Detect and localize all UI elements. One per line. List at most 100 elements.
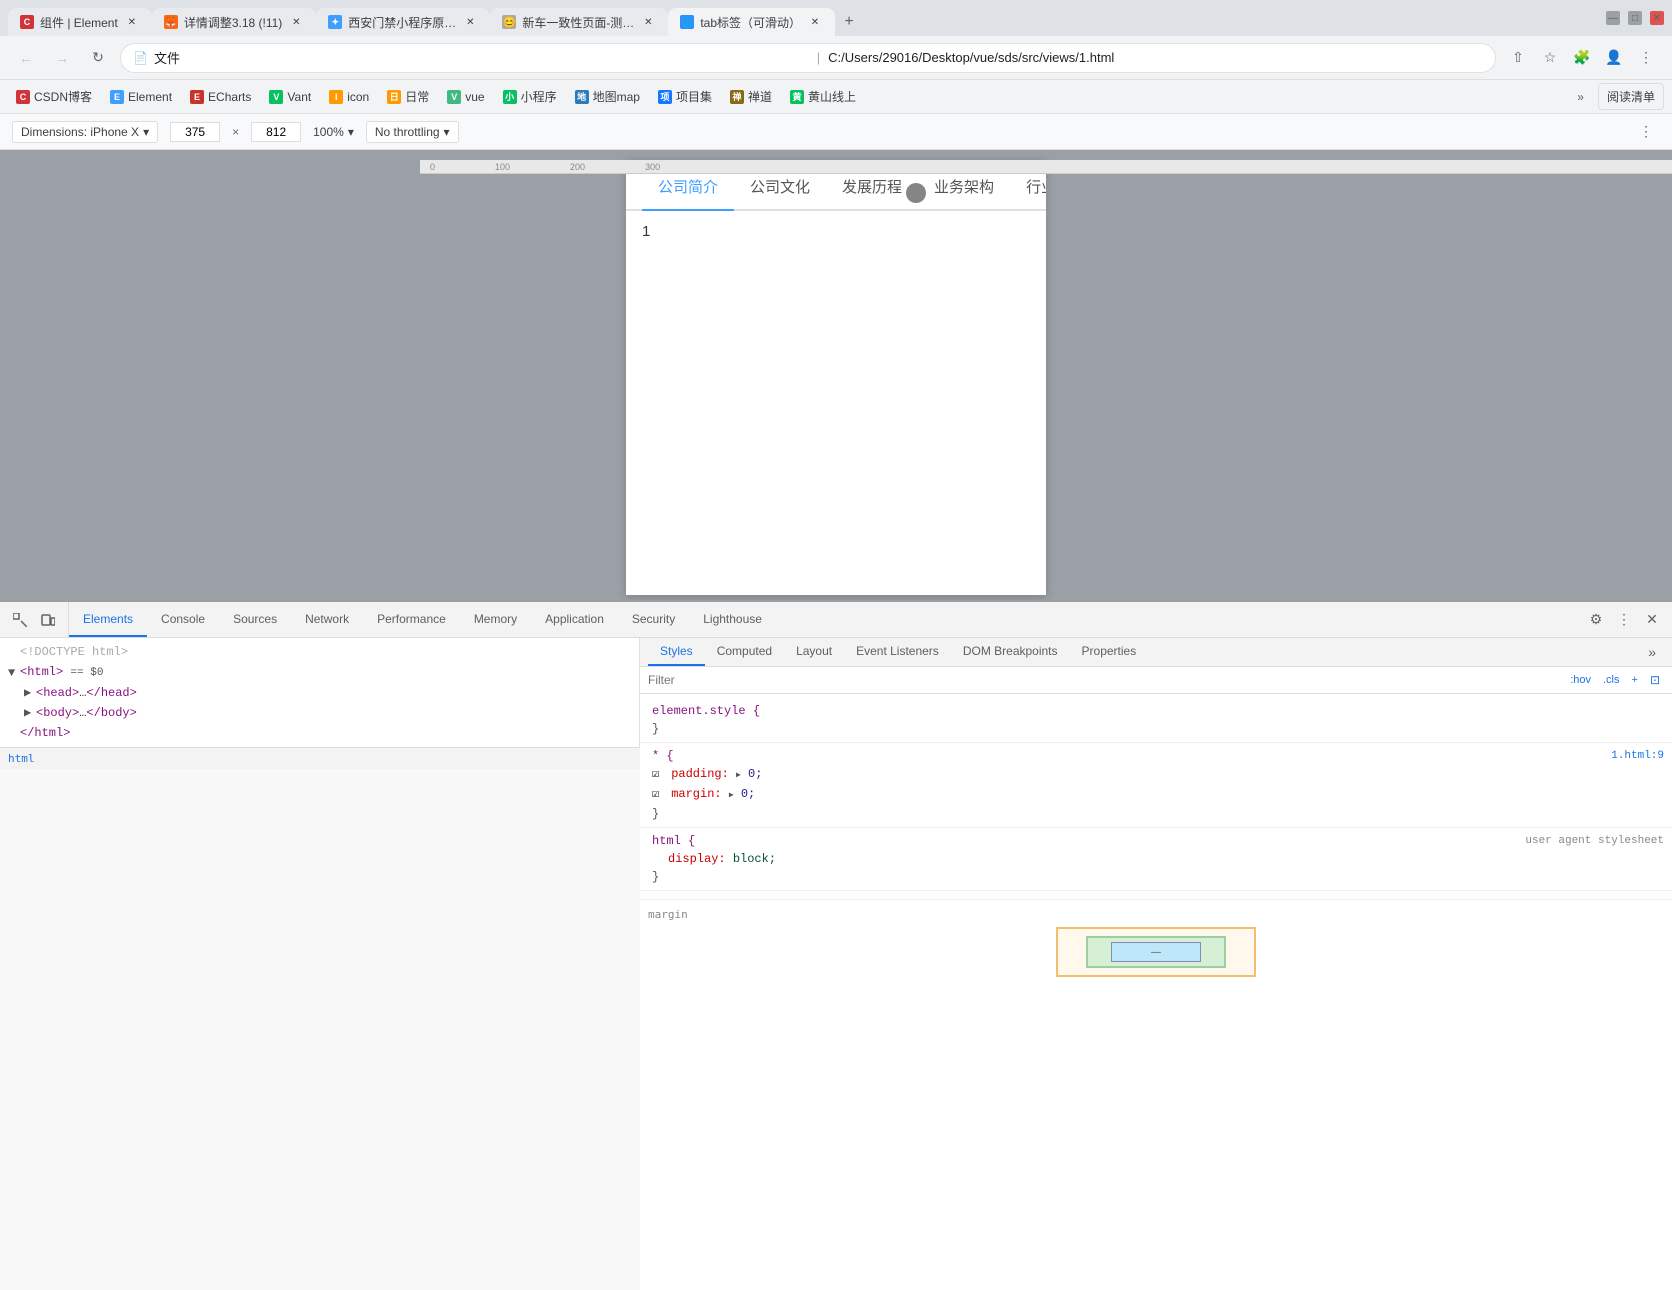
- styles-subtab-dom-breakpoints[interactable]: DOM Breakpoints: [951, 638, 1070, 666]
- dom-line-body[interactable]: ▶ <body>…</body>: [0, 703, 639, 723]
- devtools-close-button[interactable]: ✕: [1640, 608, 1664, 632]
- maximize-button[interactable]: □: [1628, 11, 1642, 25]
- expand-html-icon[interactable]: ▼: [8, 664, 20, 682]
- devtools-tab-security[interactable]: Security: [618, 602, 689, 637]
- refresh-button[interactable]: ↻: [84, 44, 112, 72]
- styles-subtab-layout[interactable]: Layout: [784, 638, 844, 666]
- styles-subtab-event-listeners[interactable]: Event Listeners: [844, 638, 951, 666]
- dom-line-html[interactable]: ▼ <html> == $0: [0, 662, 639, 683]
- inspect-element-button[interactable]: [8, 608, 32, 632]
- extensions-button[interactable]: 🧩: [1568, 44, 1596, 72]
- forward-button[interactable]: →: [48, 44, 76, 72]
- expand-body-icon[interactable]: ▶: [24, 704, 36, 722]
- devtools-tab-memory[interactable]: Memory: [460, 602, 531, 637]
- tab-4[interactable]: 😊 新车一致性页面-测… ✕: [490, 8, 668, 36]
- css-triangle-padding[interactable]: ▶: [736, 767, 741, 785]
- bookmark-reading-list[interactable]: 阅读清单: [1598, 83, 1664, 110]
- css-rule-element-style: element.style { }: [640, 698, 1672, 743]
- bookmark-map[interactable]: 地 地图map: [567, 84, 648, 109]
- filter-add-button[interactable]: +: [1628, 672, 1642, 688]
- menu-button[interactable]: ⋮: [1632, 44, 1660, 72]
- css-prop-padding: ☑ padding: ▶ 0;: [652, 765, 1664, 785]
- tab-1-close[interactable]: ✕: [124, 14, 140, 30]
- styles-more-tabs-button[interactable]: »: [1640, 640, 1664, 664]
- devtools-tab-network[interactable]: Network: [291, 602, 363, 637]
- breadcrumb-html[interactable]: html: [8, 752, 35, 765]
- filter-input[interactable]: [648, 673, 1558, 687]
- filter-cls-button[interactable]: .cls: [1599, 672, 1624, 688]
- bookmark-vue[interactable]: V vue: [439, 86, 492, 108]
- styles-subtab-computed[interactable]: Computed: [705, 638, 784, 666]
- css-checkbox-margin[interactable]: ☑: [652, 785, 664, 803]
- filter-hov-button[interactable]: :hov: [1566, 672, 1595, 688]
- devtools-tab-elements[interactable]: Elements: [69, 602, 147, 637]
- bookmark-project[interactable]: 项 项目集: [650, 84, 720, 109]
- css-rule-star-header: * { 1.html:9: [652, 747, 1664, 765]
- minimize-button[interactable]: —: [1606, 11, 1620, 25]
- title-bar: C 组件 | Element ✕ 🦊 详情调整3.18 (!11) ✕ ✦ 西安…: [0, 0, 1672, 36]
- tab-2[interactable]: 🦊 详情调整3.18 (!11) ✕: [152, 8, 316, 36]
- devtools-tab-performance[interactable]: Performance: [363, 602, 460, 637]
- bookmark-miniapp-label: 小程序: [521, 88, 557, 105]
- zoom-selector[interactable]: 100% ▾: [313, 125, 354, 139]
- css-checkbox-padding[interactable]: ☑: [652, 765, 664, 783]
- bookmark-huangshan[interactable]: 黄 黄山线上: [782, 84, 864, 109]
- address-prefix: 文件: [154, 48, 809, 67]
- dom-panel: <!DOCTYPE html> ▼ <html> == $0 ▶ <head>……: [0, 638, 640, 747]
- dom-line-doctype[interactable]: <!DOCTYPE html>: [0, 642, 639, 662]
- css-source-1html[interactable]: 1.html:9: [1611, 747, 1664, 765]
- back-button[interactable]: ←: [12, 44, 40, 72]
- bookmark-csdn[interactable]: C CSDN博客: [8, 84, 100, 109]
- mobile-tab-business[interactable]: 业务架构: [918, 160, 1010, 209]
- new-tab-button[interactable]: +: [835, 8, 863, 36]
- device-toggle-button[interactable]: [36, 608, 60, 632]
- profile-button[interactable]: 👤: [1600, 44, 1628, 72]
- window-close-button[interactable]: ✕: [1650, 11, 1664, 25]
- bookmark-button[interactable]: ☆: [1536, 44, 1564, 72]
- tab-5-close[interactable]: ✕: [807, 14, 823, 30]
- mobile-tab-company-intro[interactable]: 公司简介: [642, 160, 734, 209]
- tab-3-close[interactable]: ✕: [462, 14, 478, 30]
- device-selector[interactable]: Dimensions: iPhone X ▾: [12, 121, 158, 143]
- bookmark-element[interactable]: E Element: [102, 86, 180, 108]
- dom-line-html-close[interactable]: </html>: [0, 723, 639, 743]
- expand-head-icon[interactable]: ▶: [24, 684, 36, 702]
- more-bookmarks-button[interactable]: »: [1569, 86, 1592, 108]
- styles-subtab-properties[interactable]: Properties: [1070, 638, 1149, 666]
- styles-subtab-styles[interactable]: Styles: [648, 638, 705, 666]
- device-settings-button[interactable]: ⋮: [1632, 118, 1660, 146]
- devtools-tab-application[interactable]: Application: [531, 602, 618, 637]
- devtools-settings-button[interactable]: ⚙: [1584, 608, 1608, 632]
- bookmark-icon[interactable]: I icon: [321, 86, 377, 108]
- bookmark-miniapp[interactable]: 小 小程序: [495, 84, 565, 109]
- tab-4-close[interactable]: ✕: [640, 14, 656, 30]
- dom-line-head[interactable]: ▶ <head>…</head>: [0, 683, 639, 703]
- devtools-more-button[interactable]: ⋮: [1612, 608, 1636, 632]
- devtools-tab-lighthouse[interactable]: Lighthouse: [689, 602, 776, 637]
- bookmark-chan-icon: 禅: [730, 90, 744, 104]
- mobile-tab-history[interactable]: 发展历程: [826, 160, 918, 209]
- bookmark-daily[interactable]: 日 日常: [379, 84, 437, 109]
- window-controls: — □ ✕: [1606, 11, 1664, 25]
- filter-icon-button[interactable]: ⊡: [1646, 671, 1664, 689]
- bookmark-echarts[interactable]: E ECharts: [182, 86, 259, 108]
- tab-5[interactable]: 🌐 tab标签（可滑动） ✕: [668, 8, 835, 36]
- tab-2-close[interactable]: ✕: [288, 14, 304, 30]
- tab-3[interactable]: ✦ 西安门禁小程序原… ✕: [316, 8, 490, 36]
- devtools-tab-console[interactable]: Console: [147, 602, 219, 637]
- width-input[interactable]: [170, 122, 220, 142]
- devtools-tab-sources[interactable]: Sources: [219, 602, 291, 637]
- share-button[interactable]: ⇧: [1504, 44, 1532, 72]
- bookmark-chan[interactable]: 禅 禅道: [722, 84, 780, 109]
- bookmark-vue-label: vue: [465, 90, 484, 104]
- throttle-selector[interactable]: No throttling ▾: [366, 121, 459, 143]
- mobile-tab-company-culture[interactable]: 公司文化: [734, 160, 826, 209]
- mobile-tab-industry[interactable]: 行业: [1010, 160, 1046, 209]
- css-triangle-margin[interactable]: ▶: [729, 787, 734, 805]
- tab-1[interactable]: C 组件 | Element ✕: [8, 8, 152, 36]
- bookmark-vant[interactable]: V Vant: [261, 86, 319, 108]
- dimension-separator: ×: [232, 125, 239, 139]
- address-bar[interactable]: 📄 文件 | C:/Users/29016/Desktop/vue/sds/sr…: [120, 43, 1496, 73]
- styles-panel: Styles Computed Layout Event Listeners D: [640, 638, 1672, 1290]
- height-input[interactable]: [251, 122, 301, 142]
